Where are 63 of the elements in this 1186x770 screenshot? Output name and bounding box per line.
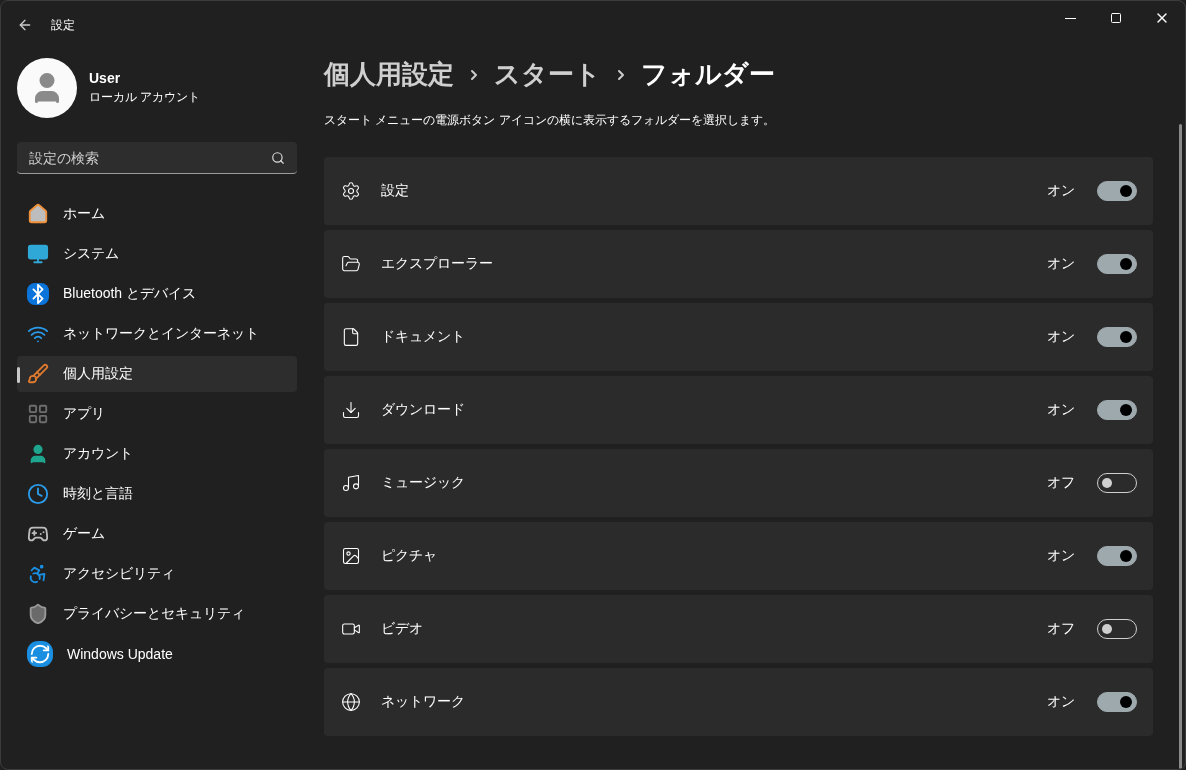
brush-icon — [27, 363, 49, 385]
sidebar-item[interactable]: システム — [17, 236, 297, 272]
sidebar-item[interactable]: アプリ — [17, 396, 297, 432]
sidebar-item[interactable]: ネットワークとインターネット — [17, 316, 297, 352]
toggle-switch[interactable] — [1097, 400, 1137, 420]
globe-icon — [341, 692, 361, 712]
picture-icon — [341, 546, 361, 566]
sidebar-item[interactable]: Bluetooth とデバイス — [17, 276, 297, 312]
setting-label: ダウンロード — [381, 401, 466, 419]
search-field[interactable]: 設定の検索 — [17, 142, 297, 174]
music-icon — [341, 473, 361, 493]
user-name: User — [89, 70, 122, 86]
setting-label: ドキュメント — [381, 328, 466, 346]
breadcrumb-item[interactable]: スタート — [494, 57, 601, 92]
toggle-state: オン — [1047, 693, 1075, 711]
folder-icon — [341, 254, 361, 274]
sidebar-item[interactable]: プライバシーとセキュリティ — [17, 596, 297, 632]
setting-label: エクスプローラー — [381, 255, 494, 273]
setting-label: ビデオ — [381, 620, 424, 638]
sidebar-item[interactable]: アクセシビリティ — [17, 556, 297, 592]
refresh-icon — [27, 641, 53, 667]
setting-label: ピクチャ — [381, 547, 438, 565]
toggle-state: オン — [1047, 401, 1075, 419]
account-type: ローカル アカウント — [89, 89, 201, 106]
document-icon — [341, 327, 361, 347]
toggle-switch[interactable] — [1097, 181, 1137, 201]
toggle-state: オフ — [1047, 474, 1075, 492]
toggle-state: オン — [1047, 255, 1075, 273]
shield-icon — [27, 603, 49, 625]
scrollbar[interactable] — [1179, 124, 1182, 769]
window-title: 設定 — [51, 16, 75, 34]
toggle-state: オン — [1047, 328, 1075, 346]
setting-label: 設定 — [381, 182, 410, 200]
setting-label: ネットワーク — [381, 693, 466, 711]
toggle-state: オフ — [1047, 620, 1075, 638]
sidebar-item[interactable]: アカウント — [17, 436, 297, 472]
maximize-icon — [1110, 12, 1122, 24]
clock-icon — [27, 483, 49, 505]
back-button[interactable] — [17, 17, 33, 33]
monitor-icon — [27, 243, 49, 265]
gear-icon — [341, 181, 361, 201]
toggle-switch[interactable] — [1097, 254, 1137, 274]
grid-icon — [27, 403, 49, 425]
minimize-icon — [1064, 17, 1076, 19]
toggle-state: オン — [1047, 182, 1075, 200]
sidebar-item[interactable]: Windows Update — [17, 636, 297, 672]
setting-label: ミュージック — [381, 474, 466, 492]
bluetooth-icon — [27, 283, 49, 305]
toggle-switch[interactable] — [1097, 692, 1137, 712]
avatar — [17, 58, 77, 118]
toggle-state: オン — [1047, 547, 1075, 565]
sidebar-item[interactable]: 個人用設定 — [17, 356, 297, 392]
breadcrumb-item: フォルダー — [641, 58, 775, 91]
search-icon — [271, 151, 285, 165]
download-icon — [341, 400, 361, 420]
sidebar-item[interactable]: ゲーム — [17, 516, 297, 552]
toggle-switch[interactable] — [1097, 327, 1137, 347]
breadcrumb-item[interactable]: 個人用設定 — [324, 57, 454, 92]
toggle-switch[interactable] — [1097, 546, 1137, 566]
sidebar-item[interactable]: 時刻と言語 — [17, 476, 297, 512]
sidebar-item[interactable]: ホーム — [17, 196, 297, 232]
home-icon — [27, 203, 49, 225]
page-description: スタート メニューの電源ボタン アイコンの横に表示するフォルダーを選択します。 — [324, 112, 776, 129]
